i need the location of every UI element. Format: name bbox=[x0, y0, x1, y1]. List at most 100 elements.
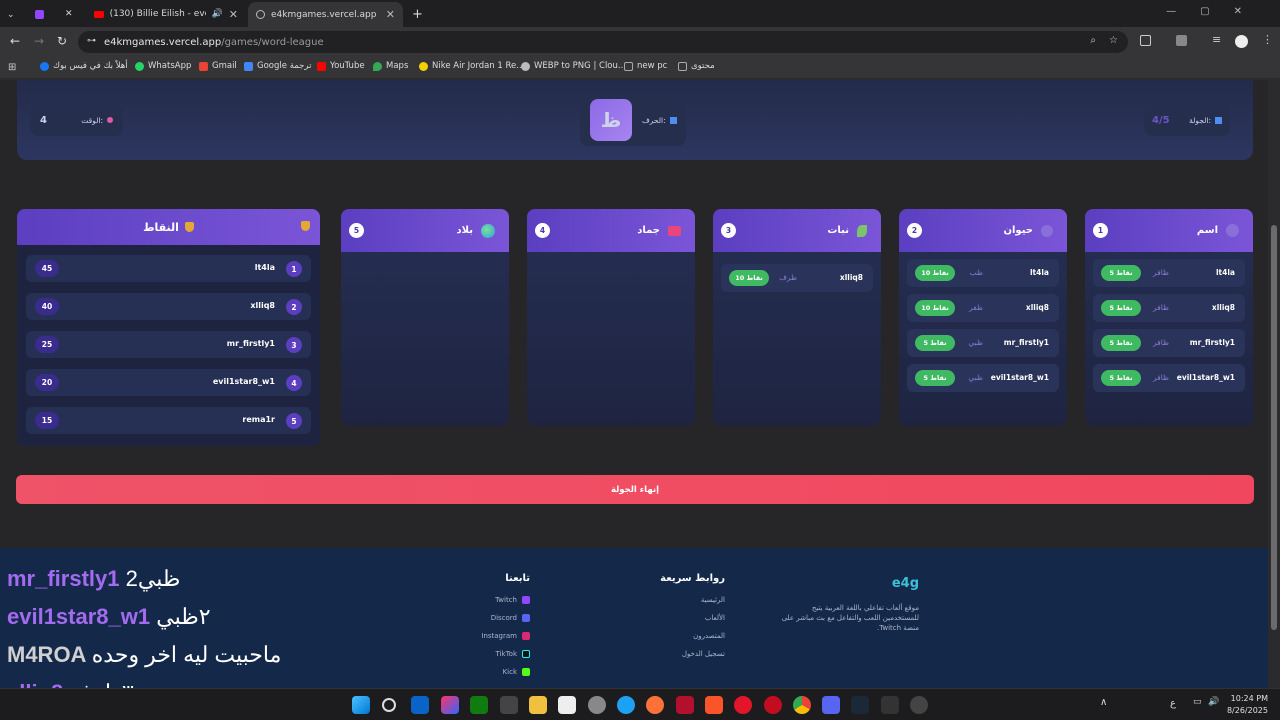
tab-title: (130) Billie Eilish - everythin bbox=[109, 9, 206, 19]
epic-icon[interactable] bbox=[881, 696, 899, 714]
chat-message: M4ROA ماحبيت ليه اخر وحده bbox=[7, 642, 281, 668]
start-icon[interactable] bbox=[352, 696, 370, 714]
firefox-icon[interactable] bbox=[646, 696, 664, 714]
bookmark-maps[interactable]: Maps bbox=[373, 61, 408, 71]
bookmark-translate[interactable]: Google ترجمة bbox=[244, 61, 311, 71]
rank-badge: 5 bbox=[286, 413, 302, 429]
answer-word: ظبي bbox=[968, 373, 983, 382]
bookmark-label: محتوى bbox=[691, 61, 715, 71]
operagx-icon[interactable] bbox=[764, 696, 782, 714]
round-value: 4/5 bbox=[1152, 114, 1170, 126]
discord-icon[interactable] bbox=[822, 696, 840, 714]
bookmark-folder-content[interactable]: محتوى bbox=[678, 61, 715, 71]
chat-message: evil1star8_w1 ٢ظبي bbox=[7, 604, 211, 630]
volume-icon[interactable]: 🔊 bbox=[1208, 697, 1219, 707]
answer-word: ظافر bbox=[1153, 303, 1169, 312]
obs-icon[interactable] bbox=[910, 696, 928, 714]
muted-tab[interactable]: ✕ bbox=[60, 3, 82, 25]
nike-icon bbox=[419, 61, 428, 71]
capcut-icon[interactable] bbox=[558, 696, 576, 714]
twitch-tab[interactable] bbox=[30, 3, 52, 25]
keyboard-language[interactable]: ع bbox=[1170, 698, 1176, 709]
scoreboard: النقاط 45 lt4la 1 40 xlliq8 2 25 mr_firstly1 3… bbox=[17, 209, 320, 446]
points-badge: 5 نقاط bbox=[1101, 265, 1141, 281]
tab-youtube[interactable]: (130) Billie Eilish - everythin 🔊 ✕ bbox=[86, 3, 246, 25]
opera-icon[interactable] bbox=[734, 696, 752, 714]
timer-indicator: 4 الوقت: bbox=[30, 104, 123, 136]
back-icon[interactable]: ← bbox=[10, 34, 20, 48]
address-bar[interactable]: ⊶ e4kmgames.vercel.app/games/word-league… bbox=[78, 31, 1128, 53]
tab-e4kmgames[interactable]: e4kmgames.vercel.app/games/ ✕ bbox=[248, 2, 403, 27]
bookmark-star-icon[interactable]: ☆ bbox=[1109, 35, 1118, 46]
media-icon[interactable]: ≡ bbox=[1212, 33, 1221, 46]
tab-title: e4kmgames.vercel.app/games/ bbox=[271, 9, 376, 20]
letter-label: الحرف: bbox=[642, 115, 666, 125]
score-value: 40 bbox=[35, 298, 59, 315]
bookmark-label: Maps bbox=[386, 61, 409, 71]
scores-title: النقاط bbox=[143, 220, 179, 234]
extensions-icon[interactable] bbox=[1140, 35, 1151, 46]
explorer-icon[interactable] bbox=[529, 696, 547, 714]
vivaldi-icon[interactable] bbox=[676, 696, 694, 714]
player-name: lt4la bbox=[1029, 268, 1049, 277]
points-badge: 10 نقاط bbox=[915, 265, 955, 281]
bookmark-nike[interactable]: Nike Air Jordan 1 Re... bbox=[419, 61, 524, 71]
chrome-icon[interactable] bbox=[793, 696, 811, 714]
new-tab-button[interactable]: + bbox=[404, 3, 431, 25]
bookmark-youtube[interactable]: YouTube bbox=[317, 61, 365, 71]
tab-search-button[interactable]: ⌄ bbox=[2, 4, 22, 26]
search-icon[interactable] bbox=[382, 698, 396, 712]
current-letter: ظ bbox=[590, 99, 632, 141]
category-number: 4 bbox=[535, 223, 550, 238]
score-value: 25 bbox=[35, 336, 59, 353]
bookmark-whatsapp[interactable]: WhatsApp bbox=[135, 61, 191, 71]
window-controls[interactable]: —▢✕ bbox=[1166, 6, 1266, 17]
windows-taskbar: ∧ ع ▭ 🔊 10:24 PM 8/26/2025 bbox=[0, 688, 1280, 720]
answer-word: ظبي bbox=[968, 338, 983, 347]
bookmark-webp[interactable]: WEBP to PNG | Clou... bbox=[521, 61, 626, 71]
apps-icon[interactable]: ⊞ bbox=[8, 62, 16, 73]
facebook-icon bbox=[40, 61, 49, 71]
zoom-icon[interactable]: ⌕ bbox=[1090, 35, 1096, 46]
xbox-icon[interactable] bbox=[470, 696, 488, 714]
end-round-button[interactable]: إنهاء الجولة bbox=[16, 475, 1254, 504]
bookmark-folder-newpc[interactable]: new pc bbox=[624, 61, 667, 71]
bookmark-label: Nike Air Jordan 1 Re... bbox=[432, 61, 525, 71]
answer-row: mr_firstly1 ظافر 5 نقاط bbox=[1093, 329, 1245, 357]
outlook-icon[interactable] bbox=[411, 696, 429, 714]
category-number: 2 bbox=[907, 223, 922, 238]
player-name: mr_firstly1 bbox=[1003, 338, 1049, 347]
player-name: rema1r bbox=[242, 415, 275, 424]
menu-icon[interactable]: ⋮ bbox=[1262, 33, 1273, 46]
close-icon[interactable]: ✕ bbox=[386, 8, 395, 21]
forward-icon[interactable]: → bbox=[34, 34, 44, 48]
scrollbar-thumb[interactable] bbox=[1271, 225, 1277, 630]
copilot-icon[interactable] bbox=[441, 696, 459, 714]
profile-avatar[interactable] bbox=[1235, 35, 1248, 48]
answer-row: lt4la ظب 10 نقاط bbox=[907, 259, 1059, 287]
answer-word: ظفر bbox=[969, 303, 983, 312]
bookmark-gmail[interactable]: Gmail bbox=[199, 61, 237, 71]
site-info-icon[interactable]: ⊶ bbox=[87, 36, 96, 46]
bookmarks-bar: ⊞ أهلاً بك في فيس بوك WhatsApp Gmail Goo… bbox=[0, 57, 1280, 79]
bookmark-facebook[interactable]: أهلاً بك في فيس بوك bbox=[40, 61, 128, 71]
bookmark-label: WEBP to PNG | Clou... bbox=[534, 61, 626, 71]
category-number: 5 bbox=[349, 223, 364, 238]
translate-icon[interactable] bbox=[1176, 35, 1187, 46]
network-icon[interactable]: ▭ bbox=[1193, 697, 1202, 707]
score-row: 40 xlliq8 2 bbox=[26, 293, 311, 320]
category-number: 1 bbox=[1093, 223, 1108, 238]
edge-icon[interactable] bbox=[617, 696, 635, 714]
reload-icon[interactable]: ↻ bbox=[57, 34, 67, 48]
store-icon[interactable] bbox=[500, 696, 518, 714]
brave-icon[interactable] bbox=[705, 696, 723, 714]
steam-icon[interactable] bbox=[851, 696, 869, 714]
category-title: جماد bbox=[637, 225, 660, 236]
cortana-icon[interactable] bbox=[588, 696, 606, 714]
player-name: xlliq8 bbox=[839, 273, 863, 282]
close-icon[interactable]: ✕ bbox=[229, 8, 238, 21]
score-row: 45 lt4la 1 bbox=[26, 255, 311, 282]
clock[interactable]: 10:24 PM 8/26/2025 bbox=[1227, 693, 1268, 717]
scrollbar[interactable] bbox=[1268, 80, 1280, 632]
tray-chevron-icon[interactable]: ∧ bbox=[1100, 697, 1107, 708]
